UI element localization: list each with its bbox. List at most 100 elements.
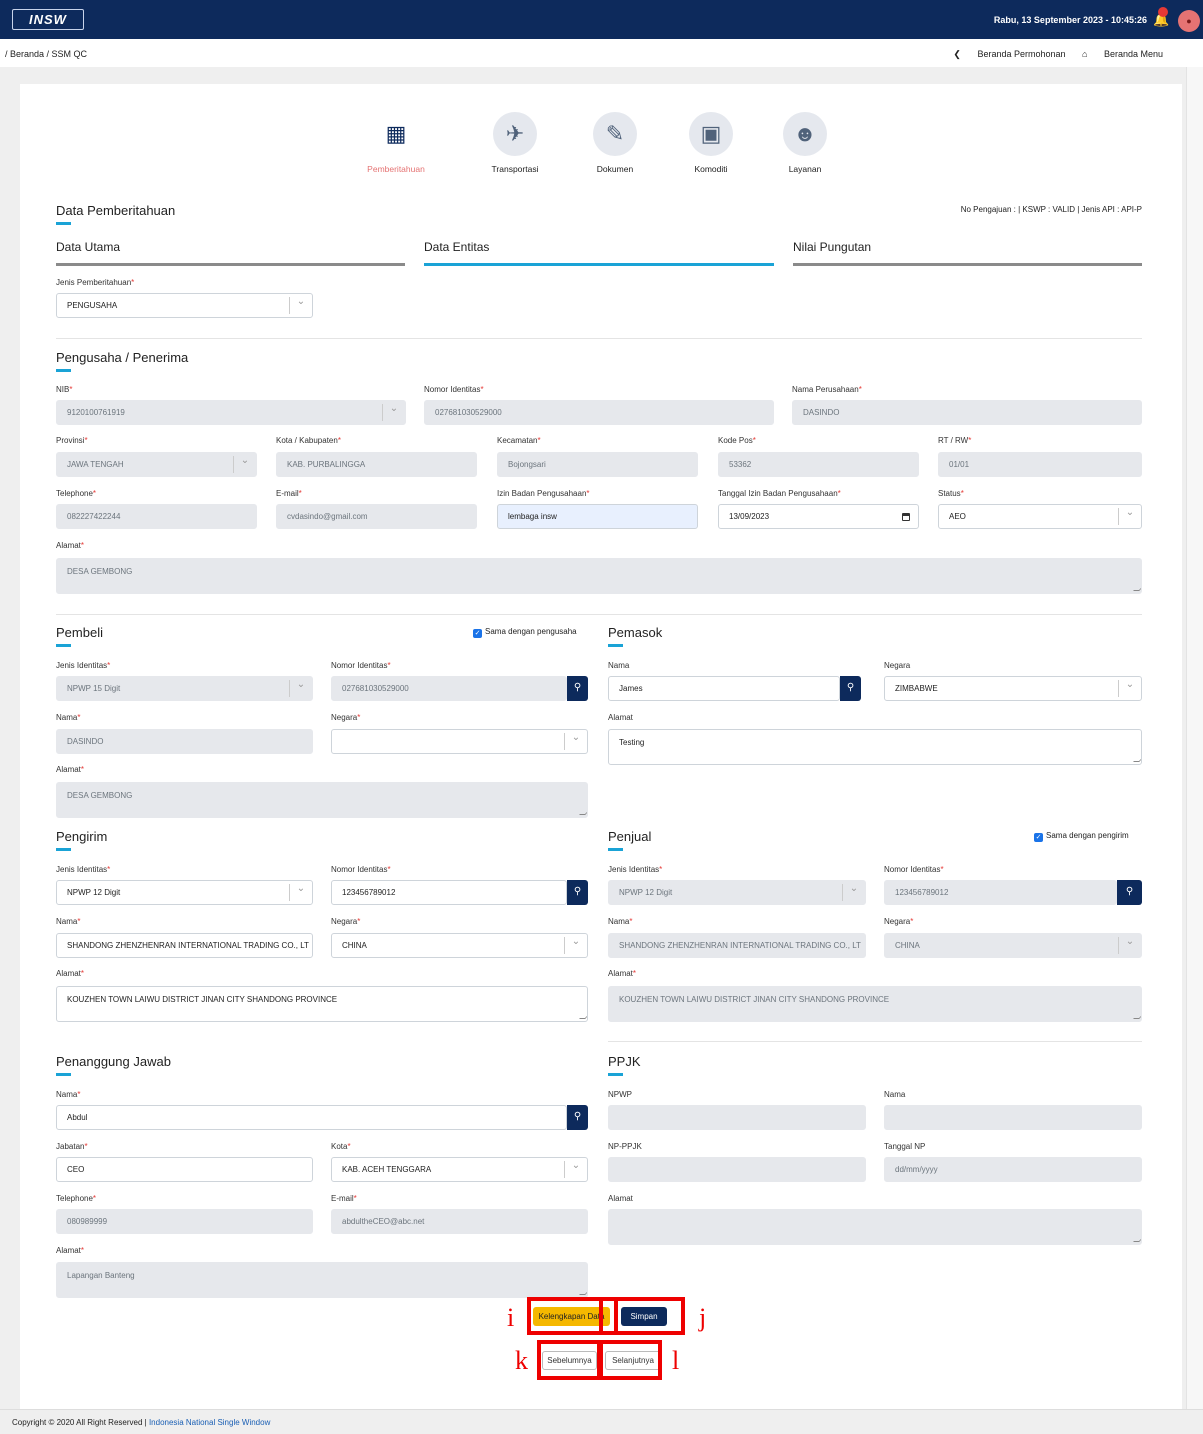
penjual-alamat-textarea[interactable]: KOUZHEN TOWN LAIWU DISTRICT JINAN CITY S… [608,986,1142,1022]
telephone-input[interactable]: 082227422244 [56,504,257,529]
kode-pos-input[interactable]: 53362 [718,452,919,477]
pj-nama-input[interactable]: Abdul [56,1105,567,1130]
tanggal-izin-input[interactable]: 13/09/2023 [718,504,919,529]
alamat-textarea[interactable]: DESA GEMBONG [56,558,1142,594]
provinsi-select[interactable]: JAWA TENGAH [56,452,257,477]
step-pemberitahuan[interactable]: ▦ Pemberitahuan [356,112,436,174]
ppjk-alamat-textarea[interactable] [608,1209,1142,1245]
pengirim-alamat-textarea[interactable]: KOUZHEN TOWN LAIWU DISTRICT JINAN CITY S… [56,986,588,1022]
nomor-identitas-input[interactable]: 027681030529000 [424,400,774,425]
pj-alamat-textarea[interactable]: Lapangan Banteng [56,1262,588,1298]
pemasok-nama-label: Nama [608,661,630,670]
airplane-icon: ✈ [493,112,537,156]
bell-icon[interactable]: 🔔 [1153,7,1169,28]
nib-select[interactable]: 9120100761919 [56,400,406,425]
penjual-jenis-identitas-select[interactable]: NPWP 12 Digit [608,880,866,905]
penjual-title: Penjual [608,829,652,844]
pj-telephone-input[interactable]: 080989999 [56,1209,313,1234]
pembeli-title: Pembeli [56,625,103,640]
ppjk-tanggal-np-input[interactable]: dd/mm/yyyy [884,1157,1142,1182]
search-icon[interactable]: ⚲ [567,1105,588,1130]
step-transportasi[interactable]: ✈ Transportasi [475,112,555,174]
pengirim-jenis-identitas-select[interactable]: NPWP 12 Digit [56,880,313,905]
pembeli-jenis-identitas-select[interactable]: NPWP 15 Digit [56,676,313,701]
pengirim-nomor-identitas-input[interactable]: 123456789012 [331,880,567,905]
step-layanan[interactable]: ☻ Layanan [765,112,845,174]
pj-jabatan-input[interactable]: CEO [56,1157,313,1182]
email-input[interactable]: cvdasindo@gmail.com [276,504,477,529]
kecamatan-input[interactable]: Bojongsari [497,452,698,477]
annotation-box-j [599,1297,685,1335]
tab-data-entitas[interactable]: Data Entitas [424,240,774,266]
scrollbar[interactable] [1186,67,1203,1409]
pengirim-title: Pengirim [56,829,108,844]
top-navbar: INSW Rabu, 13 September 2023 - 10:45:26 … [0,0,1203,39]
ppjk-np-input[interactable] [608,1157,866,1182]
pj-kota-select[interactable]: KAB. ACEH TENGGARA [331,1157,588,1182]
rt-rw-label: RT / RW* [938,436,972,445]
boxes-icon: ▣ [689,112,733,156]
insw-footer-link[interactable]: Indonesia National Single Window [149,1418,270,1427]
step-dokumen[interactable]: ✎ Dokumen [575,112,655,174]
penjual-nomor-identitas-input[interactable]: 123456789012 [884,880,1117,905]
tab-data-utama[interactable]: Data Utama [56,240,405,266]
ppjk-nama-input[interactable] [884,1105,1142,1130]
beranda-menu-link[interactable]: ⌂ Beranda Menu [1082,49,1163,59]
building-icon: ▦ [374,112,418,156]
sama-dengan-pengirim-checkbox[interactable]: ✓ Sama dengan pengirim [1034,831,1129,842]
penjual-nama-input[interactable]: SHANDONG ZHENZHENRAN INTERNATIONAL TRADI… [608,933,866,958]
nib-label: NIB* [56,385,73,394]
ppjk-alamat-label: Alamat [608,1194,633,1203]
pj-email-input[interactable]: abdultheCEO@abc.net [331,1209,588,1234]
nav-links: ❮ Beranda Permohonan ⌂ Beranda Menu [939,49,1163,60]
pemasok-nama-input[interactable]: James [608,676,840,701]
alamat-label: Alamat* [56,541,85,550]
pembeli-negara-label: Negara* [331,713,361,722]
sama-dengan-pengusaha-checkbox[interactable]: ✓ Sama dengan pengusaha [473,627,577,638]
beranda-permohonan-link[interactable]: ❮ Beranda Permohonan [953,49,1065,59]
avatar[interactable]: ● [1178,10,1200,32]
penjual-jenis-identitas-label: Jenis Identitas* [608,865,663,874]
search-icon[interactable]: ⚲ [567,880,588,905]
calendar-icon[interactable] [902,513,910,521]
annotation-label-l: l [672,1346,680,1375]
breadcrumb: / Beranda / SSM QC [5,49,88,59]
annotation-label-i: i [507,1303,515,1332]
search-icon[interactable]: ⚲ [840,676,861,701]
pengirim-negara-select[interactable]: CHINA [331,933,588,958]
main-card: ▦ Pemberitahuan ✈ Transportasi ✎ Dokumen ▣ K… [20,84,1182,1410]
pembeli-nama-input[interactable]: DASINDO [56,729,313,754]
search-icon[interactable]: ⚲ [1117,880,1142,905]
annotation-box-l [599,1340,662,1380]
search-icon[interactable]: ⚲ [567,676,588,701]
penjual-alamat-label: Alamat* [608,969,637,978]
kota-input[interactable]: KAB. PURBALINGGA [276,452,477,477]
penjual-negara-label: Negara* [884,917,914,926]
page-title: Data Pemberitahuan [56,203,176,218]
jenis-pemberitahuan-select[interactable]: PENGUSAHA [56,293,313,318]
izin-input[interactable]: lembaga insw [497,504,698,529]
notification-badge [1158,7,1168,17]
tab-nilai-pungutan[interactable]: Nilai Pungutan [793,240,1142,266]
pembeli-negara-select[interactable] [331,729,588,754]
pemasok-alamat-textarea[interactable]: Testing [608,729,1142,765]
status-select[interactable]: AEO [938,504,1142,529]
nomor-identitas-label: Nomor Identitas* [424,385,484,394]
nama-perusahaan-input[interactable]: DASINDO [792,400,1142,425]
annotation-box-k [537,1340,601,1380]
pengirim-nama-input[interactable]: SHANDONG ZHENZHENRAN INTERNATIONAL TRADI… [56,933,313,958]
kota-label: Kota / Kabupaten* [276,436,341,445]
title-underline [56,369,71,372]
pembeli-alamat-textarea[interactable]: DESA GEMBONG [56,782,588,818]
step-komoditi[interactable]: ▣ Komoditi [671,112,751,174]
pj-kota-label: Kota* [331,1142,351,1151]
insw-logo[interactable]: INSW [12,9,84,30]
rt-rw-input[interactable]: 01/01 [938,452,1142,477]
pengirim-nama-label: Nama* [56,917,81,926]
pemasok-negara-select[interactable]: ZIMBABWE [884,676,1142,701]
pembeli-nomor-identitas-input[interactable]: 027681030529000 [331,676,567,701]
annotation-label-j: j [699,1303,707,1332]
ppjk-npwp-input[interactable] [608,1105,866,1130]
pengirim-nomor-identitas-label: Nomor Identitas* [331,865,391,874]
penjual-negara-select[interactable]: CHINA [884,933,1142,958]
